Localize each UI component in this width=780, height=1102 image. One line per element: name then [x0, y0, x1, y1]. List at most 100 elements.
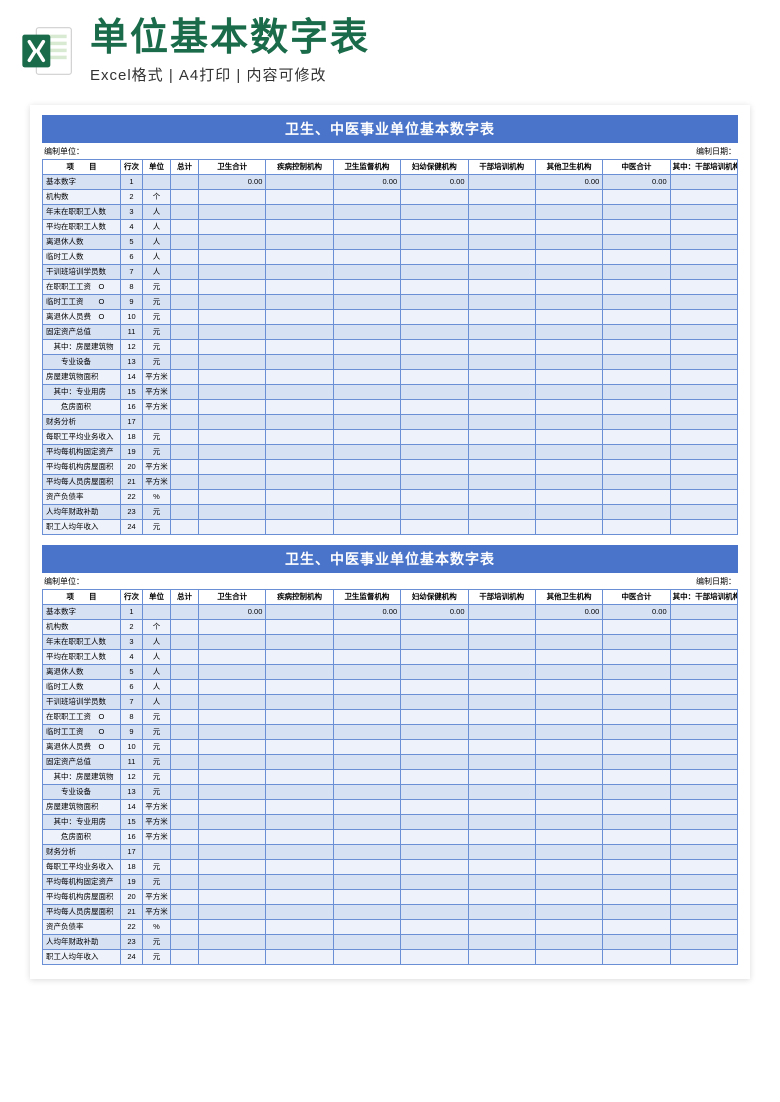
data-cell[interactable]	[266, 919, 333, 934]
data-cell[interactable]	[468, 949, 535, 964]
data-cell[interactable]	[266, 444, 333, 459]
data-cell[interactable]	[401, 664, 468, 679]
data-cell[interactable]	[535, 874, 602, 889]
data-cell[interactable]	[171, 369, 199, 384]
data-cell[interactable]	[670, 859, 737, 874]
data-cell[interactable]	[266, 904, 333, 919]
data-cell[interactable]	[535, 324, 602, 339]
data-cell[interactable]	[266, 384, 333, 399]
data-cell[interactable]	[266, 829, 333, 844]
data-cell[interactable]	[266, 309, 333, 324]
data-cell[interactable]	[199, 634, 266, 649]
data-cell[interactable]	[670, 279, 737, 294]
data-cell[interactable]	[199, 354, 266, 369]
data-cell[interactable]	[199, 519, 266, 534]
data-cell[interactable]	[535, 814, 602, 829]
data-cell[interactable]	[535, 474, 602, 489]
data-cell[interactable]	[199, 844, 266, 859]
data-cell[interactable]	[171, 204, 199, 219]
data-cell[interactable]	[401, 339, 468, 354]
data-cell[interactable]	[670, 519, 737, 534]
data-cell[interactable]	[468, 769, 535, 784]
data-cell[interactable]	[670, 784, 737, 799]
data-cell[interactable]	[199, 264, 266, 279]
data-cell[interactable]	[171, 519, 199, 534]
data-cell[interactable]	[535, 769, 602, 784]
data-cell[interactable]	[266, 414, 333, 429]
data-cell[interactable]	[266, 369, 333, 384]
data-cell[interactable]	[401, 799, 468, 814]
data-cell[interactable]	[603, 384, 670, 399]
data-cell[interactable]	[333, 219, 400, 234]
data-cell[interactable]	[199, 904, 266, 919]
data-cell[interactable]	[535, 444, 602, 459]
data-cell[interactable]	[171, 709, 199, 724]
data-cell[interactable]	[670, 459, 737, 474]
data-cell[interactable]	[468, 649, 535, 664]
data-cell[interactable]	[535, 234, 602, 249]
data-cell[interactable]	[468, 519, 535, 534]
data-cell[interactable]	[171, 769, 199, 784]
data-cell[interactable]	[468, 784, 535, 799]
data-cell[interactable]	[199, 739, 266, 754]
data-cell[interactable]	[603, 619, 670, 634]
data-cell[interactable]	[670, 604, 737, 619]
data-cell[interactable]	[266, 934, 333, 949]
data-cell[interactable]	[603, 264, 670, 279]
data-cell[interactable]	[199, 474, 266, 489]
data-cell[interactable]	[468, 249, 535, 264]
data-cell[interactable]	[670, 354, 737, 369]
data-cell[interactable]	[333, 784, 400, 799]
data-cell[interactable]	[333, 414, 400, 429]
data-cell[interactable]	[401, 504, 468, 519]
data-cell[interactable]	[266, 844, 333, 859]
data-cell[interactable]	[468, 459, 535, 474]
data-cell[interactable]	[670, 189, 737, 204]
data-cell[interactable]	[670, 399, 737, 414]
data-cell[interactable]	[401, 324, 468, 339]
data-cell[interactable]	[401, 354, 468, 369]
data-cell[interactable]	[535, 859, 602, 874]
data-cell[interactable]	[535, 294, 602, 309]
data-cell[interactable]	[535, 724, 602, 739]
data-cell[interactable]	[171, 889, 199, 904]
data-cell[interactable]	[266, 504, 333, 519]
data-cell[interactable]	[401, 709, 468, 724]
data-cell[interactable]	[468, 694, 535, 709]
data-cell[interactable]	[603, 904, 670, 919]
data-cell[interactable]	[401, 444, 468, 459]
data-cell[interactable]	[171, 724, 199, 739]
data-cell[interactable]	[171, 264, 199, 279]
data-cell[interactable]	[266, 279, 333, 294]
data-cell[interactable]	[171, 799, 199, 814]
data-cell[interactable]	[670, 904, 737, 919]
data-cell[interactable]	[670, 664, 737, 679]
data-cell[interactable]: 0.00	[401, 604, 468, 619]
data-cell[interactable]	[603, 444, 670, 459]
data-cell[interactable]	[670, 384, 737, 399]
data-cell[interactable]	[199, 504, 266, 519]
data-cell[interactable]	[401, 649, 468, 664]
data-cell[interactable]	[171, 324, 199, 339]
data-cell[interactable]	[401, 189, 468, 204]
data-cell[interactable]	[199, 324, 266, 339]
data-cell[interactable]	[535, 204, 602, 219]
data-cell[interactable]	[266, 519, 333, 534]
data-cell[interactable]	[171, 829, 199, 844]
data-cell[interactable]	[333, 264, 400, 279]
data-cell[interactable]	[199, 679, 266, 694]
data-cell[interactable]	[535, 919, 602, 934]
data-cell[interactable]	[670, 474, 737, 489]
data-cell[interactable]	[603, 459, 670, 474]
data-cell[interactable]	[401, 694, 468, 709]
data-cell[interactable]	[171, 504, 199, 519]
data-cell[interactable]	[333, 504, 400, 519]
data-cell[interactable]	[468, 889, 535, 904]
data-cell[interactable]	[401, 369, 468, 384]
data-cell[interactable]	[670, 799, 737, 814]
data-cell[interactable]	[199, 919, 266, 934]
data-cell[interactable]	[171, 384, 199, 399]
data-cell[interactable]	[670, 949, 737, 964]
data-cell[interactable]	[535, 739, 602, 754]
data-cell[interactable]	[333, 874, 400, 889]
